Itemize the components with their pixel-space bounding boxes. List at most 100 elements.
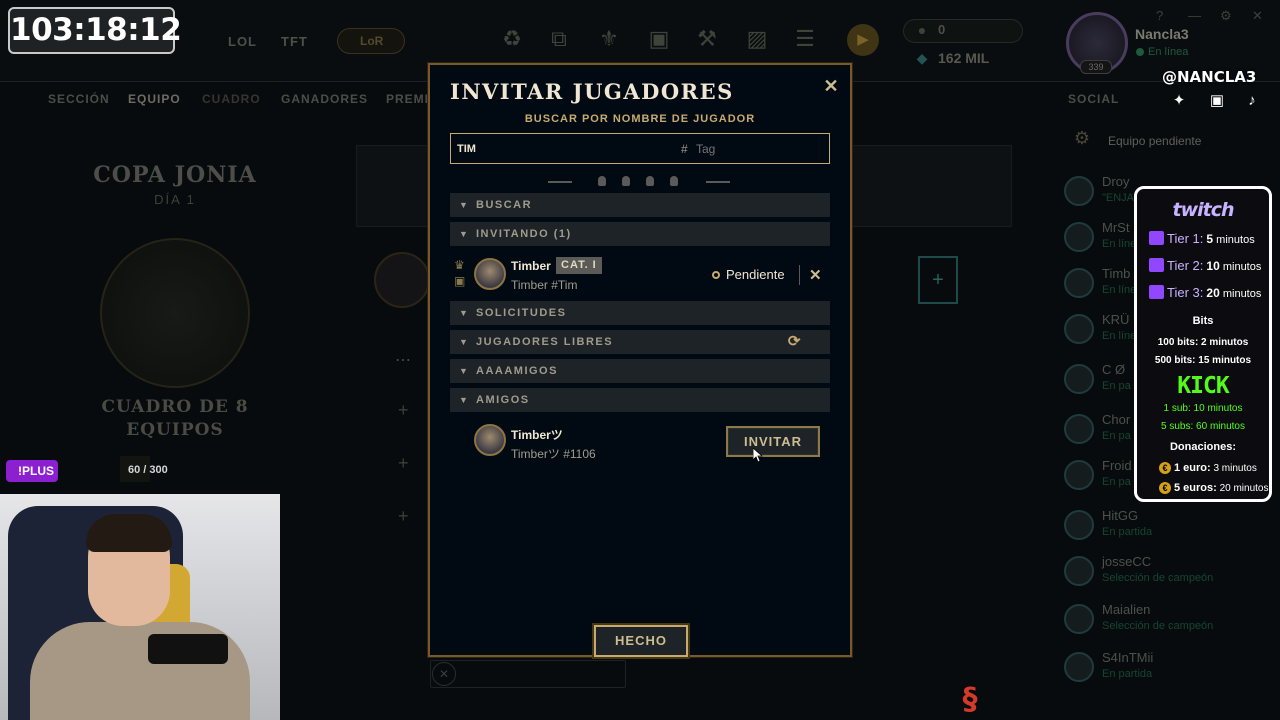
profile-status: En línea xyxy=(1148,46,1189,58)
more-icon[interactable]: ⋯ xyxy=(395,350,411,370)
invited-player-name: Timber xyxy=(511,259,551,273)
subnav-cuadro[interactable]: CUADRO xyxy=(202,92,261,106)
screen: LOL TFT LoR ♻ ⧉ ⚜ ▣ ⚒ ▨ ☰ ▶ ● 0 ◆ 162 MI… xyxy=(0,0,1280,720)
subnav-equipo[interactable]: EQUIPO xyxy=(128,92,181,106)
play-icon[interactable]: ▶ xyxy=(847,24,879,56)
add-member-icon-1[interactable]: + xyxy=(398,400,409,421)
section-amigos[interactable]: ▼ AMIGOS xyxy=(450,388,830,412)
section-invitando-label: INVITANDO (1) xyxy=(476,228,572,240)
tier-1-label: Tier 1: xyxy=(1167,231,1204,246)
profile-username[interactable]: Nancla3 xyxy=(1135,26,1189,42)
invite-button[interactable]: INVITAR xyxy=(726,426,820,457)
subnav-seccion[interactable]: SECCIÓN xyxy=(48,92,110,106)
add-slot-icon[interactable]: + xyxy=(918,256,958,304)
invited-player-avatar xyxy=(474,258,506,290)
backpack-icon[interactable]: ▣ xyxy=(644,24,674,54)
section-buscar[interactable]: ▼ BUSCAR xyxy=(450,193,830,217)
trophy-emblem xyxy=(100,238,250,388)
player-name-input[interactable] xyxy=(457,134,657,163)
invite-players-modal: INVITAR JUGADORES ✕ BUSCAR POR NOMBRE DE… xyxy=(428,63,852,657)
team-pending[interactable]: Equipo pendiente xyxy=(1108,134,1201,148)
modal-title: INVITAR JUGADORES xyxy=(450,79,734,104)
row-separator xyxy=(799,265,800,285)
section-invitando[interactable]: ▼ INVITANDO (1) xyxy=(450,222,830,246)
collection-icon[interactable]: ⧉ xyxy=(544,24,574,54)
window-close-icon[interactable]: ✕ xyxy=(1252,8,1263,24)
profile-level: 339 xyxy=(1080,60,1112,74)
minimize-icon[interactable]: — xyxy=(1188,8,1201,23)
register-button-bg[interactable] xyxy=(430,660,626,688)
donation-2-time: 20 minutos xyxy=(1219,483,1269,494)
donations-title: Donaciones: xyxy=(1169,441,1236,453)
kick-line-2: 5 subs: 60 minutos xyxy=(1161,421,1245,432)
friend-list-item[interactable]: Maialien Selección de campeón xyxy=(1064,600,1274,640)
friend-list-status: "ENJA xyxy=(1102,192,1135,204)
refresh-icon[interactable]: ⟳ xyxy=(788,330,802,354)
add-member-icon-2[interactable]: + xyxy=(398,453,409,474)
nav-tft[interactable]: TFT xyxy=(281,34,308,49)
friend-list-status: En líne xyxy=(1102,330,1137,342)
tier-2-value: 10 xyxy=(1206,259,1220,273)
nav-lol[interactable]: LOL xyxy=(228,34,257,49)
category-badge: CAT. I xyxy=(556,257,602,274)
subnav-ganadores[interactable]: GANADORES xyxy=(281,92,368,106)
donation-2-amount: 5 euros: xyxy=(1174,482,1217,494)
section-solicitudes[interactable]: ▼ SOLICITUDES xyxy=(450,301,830,325)
done-button[interactable]: HECHO xyxy=(594,625,688,657)
twitter-icon: ✦ xyxy=(1172,92,1186,109)
clipboard-icon[interactable]: ▨ xyxy=(742,24,772,54)
friend-name: Timberツ xyxy=(511,428,563,442)
trident-icon[interactable]: ♻ xyxy=(497,24,527,54)
tier-3-label: Tier 3: xyxy=(1167,285,1204,300)
settings-icon[interactable]: ⚙ xyxy=(1220,8,1232,24)
microphone xyxy=(148,634,228,664)
tag-input[interactable] xyxy=(696,134,816,163)
friend-avatar xyxy=(1064,364,1094,394)
tier-3-unit: minutos xyxy=(1222,288,1262,300)
section-buscar-label: BUSCAR xyxy=(476,199,533,211)
friend-list-item[interactable]: HitGG En partida xyxy=(1064,506,1274,546)
divider-line xyxy=(548,181,572,183)
friend-list-status: En pa xyxy=(1102,476,1131,488)
euro-icon: € xyxy=(1159,462,1171,474)
store-coins-icon[interactable]: ☰ xyxy=(790,24,820,54)
caret-down-icon: ▼ xyxy=(459,337,470,347)
kick-line-1: 1 sub: 10 minutos xyxy=(1163,403,1243,414)
bracket-size: CUADRO DE 8 EQUIPOS xyxy=(60,396,290,442)
friend-avatar xyxy=(1064,414,1094,444)
cancel-icon[interactable]: ✕ xyxy=(432,662,456,686)
euro-icon: € xyxy=(1159,482,1171,494)
friend-list-item[interactable]: S4InTMii En partida xyxy=(1064,648,1274,688)
rank-crown-icon: ♛ xyxy=(454,258,465,272)
hash-icon: # xyxy=(681,142,688,156)
player-search-box: # xyxy=(450,133,830,164)
points-counter: 60 / 300 xyxy=(128,464,168,476)
section-jugadores-libres[interactable]: ▼ JUGADORES LIBRES ⟳ xyxy=(450,330,830,354)
friend-list-item[interactable]: josseCC Selección de campeón xyxy=(1064,552,1274,592)
section-solicitudes-label: SOLICITUDES xyxy=(476,307,567,319)
friend-list-name: MrSt xyxy=(1102,220,1130,235)
friend-avatar xyxy=(1064,652,1094,682)
add-member-icon-3[interactable]: + xyxy=(398,506,409,527)
friend-avatar xyxy=(1064,222,1094,252)
close-icon[interactable]: ✕ xyxy=(822,77,840,95)
kick-logo: KICK xyxy=(1177,373,1229,399)
section-aaaamigos[interactable]: ▼ AAAAMIGOS xyxy=(450,359,830,383)
mouse-cursor-icon xyxy=(753,448,763,462)
nav-lor-button[interactable]: LoR xyxy=(337,28,405,54)
crafting-icon[interactable]: ⚒ xyxy=(692,24,722,54)
stream-timer: 103:18:12 xyxy=(8,7,182,54)
help-icon[interactable]: ? xyxy=(1156,8,1163,23)
tier-2-label: Tier 2: xyxy=(1167,258,1204,273)
rank-icon[interactable]: ⚜ xyxy=(594,24,624,54)
friend-list-name: HitGG xyxy=(1102,508,1139,523)
friend-list-status: En pa xyxy=(1102,430,1131,442)
caret-down-icon: ▼ xyxy=(459,200,470,210)
bracket-size-line2: EQUIPOS xyxy=(126,420,224,440)
rank-tier-icon: ▣ xyxy=(454,274,466,288)
brand-logo-icon: § xyxy=(962,682,978,717)
cancel-invite-icon[interactable]: ✕ xyxy=(809,266,822,284)
friend-list-name: Droy xyxy=(1102,174,1130,189)
friend-list-name: josseCC xyxy=(1102,554,1152,569)
subnav-premios[interactable]: PREMI xyxy=(386,92,429,106)
